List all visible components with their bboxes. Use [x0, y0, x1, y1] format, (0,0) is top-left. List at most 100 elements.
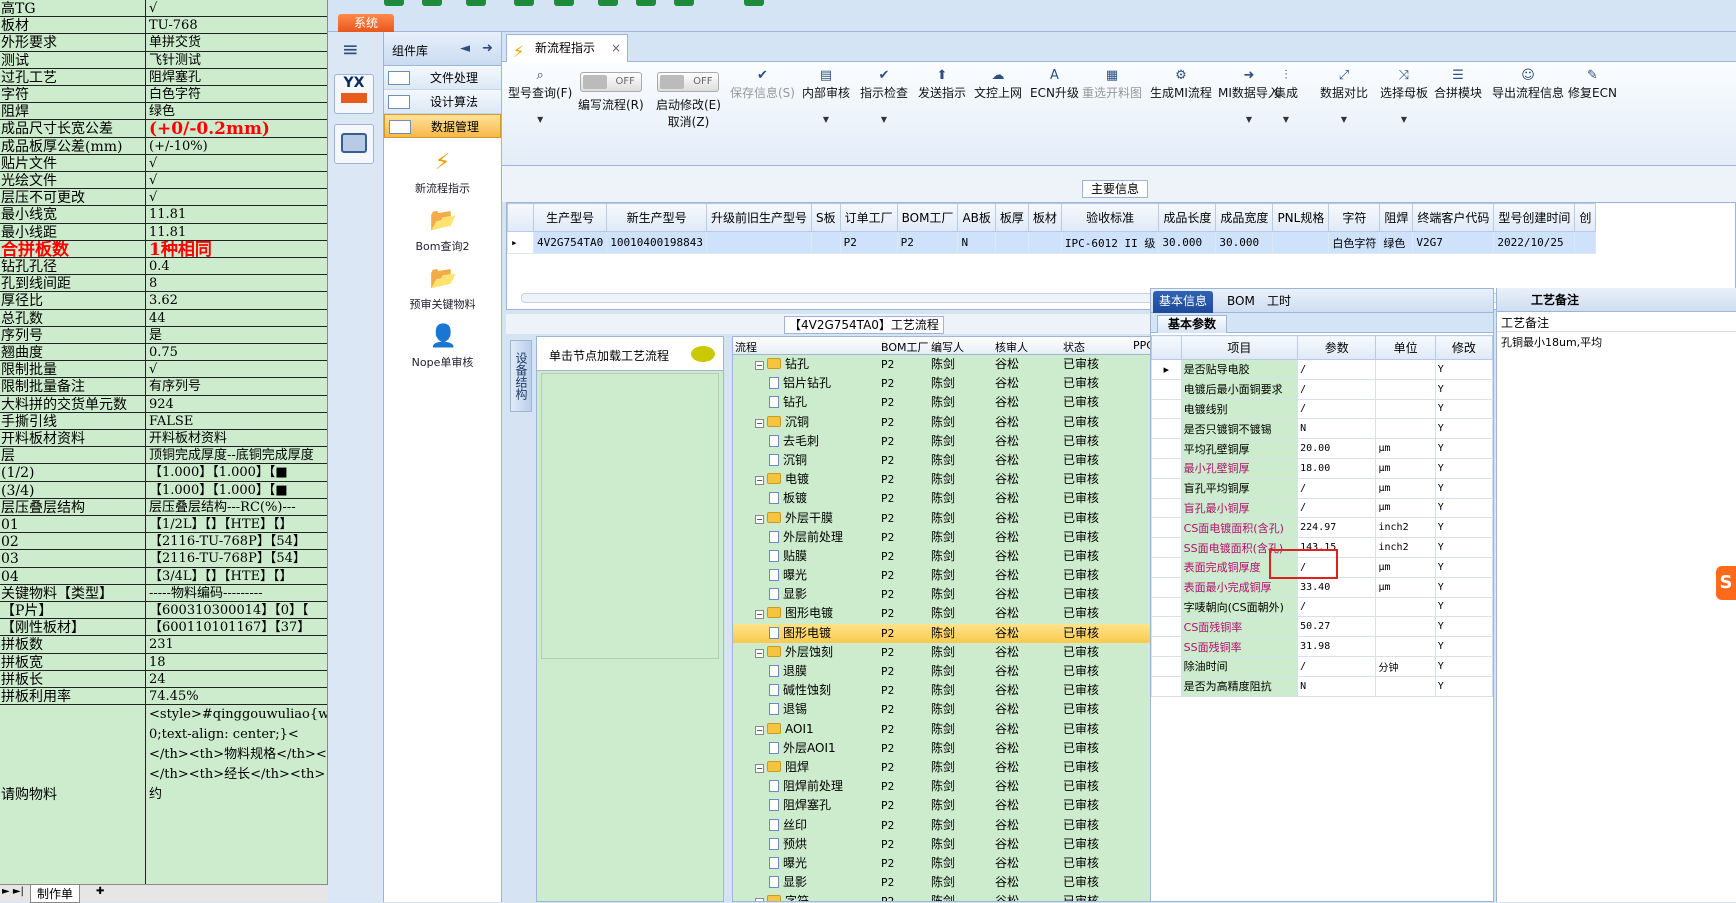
dropdown-arrow-icon[interactable]: ▼ — [1320, 115, 1368, 124]
basic-param-row[interactable]: SS面残铜率 31.98 Y — [1151, 636, 1494, 657]
grid-column-header[interactable]: PNL规格 — [1272, 203, 1330, 232]
process-row[interactable]: 外层前处理 P2 陈剑 谷松 已审核 — [733, 528, 1217, 547]
ribbon-button[interactable]: ▤ 内部审核 ▼ — [802, 68, 850, 124]
param-modify[interactable]: Y — [1434, 556, 1494, 578]
param-value[interactable]: 224.97 — [1297, 517, 1377, 539]
process-row[interactable]: 显影 P2 陈剑 谷松 已审核 — [733, 585, 1217, 604]
process-row[interactable]: 钻孔 P2 陈剑 谷松 已审核 — [733, 393, 1217, 412]
component-menu-item[interactable]: 文件处理 — [384, 66, 501, 90]
param-modify[interactable]: Y — [1434, 457, 1494, 479]
yx-app-icon[interactable]: YX — [334, 74, 374, 114]
grid-cell[interactable] — [810, 231, 841, 254]
process-row[interactable]: 图形电镀 P2 陈剑 谷松 已审核 — [733, 623, 1217, 643]
process-row[interactable]: 曝光 P2 陈剑 谷松 已审核 — [733, 854, 1217, 873]
param-modify[interactable]: Y — [1434, 576, 1494, 598]
sheet-tab-production[interactable]: 制作单 — [30, 885, 81, 903]
collapse-icon[interactable]: − — [755, 610, 764, 620]
process-row[interactable]: 预烘 P2 陈剑 谷松 已审核 — [733, 835, 1217, 854]
tab-new-flow-instruction[interactable]: ⚡ 新流程指示 × — [506, 34, 628, 62]
param-modify[interactable]: Y — [1434, 438, 1494, 459]
param-value[interactable]: 20.00 — [1297, 438, 1377, 459]
sheet-nav-arrows[interactable]: ► ►| — [2, 886, 24, 897]
process-column-header[interactable]: 状态 — [1063, 339, 1085, 355]
param-modify[interactable]: Y — [1434, 517, 1494, 539]
sheet-add-icon[interactable]: ✚ — [96, 886, 104, 897]
process-row[interactable]: 沉铜 P2 陈剑 谷松 已审核 — [733, 451, 1217, 470]
grid-column-header[interactable]: S板 — [810, 203, 841, 232]
process-column-header[interactable]: 编写人 — [931, 339, 964, 355]
toolbar-icon[interactable] — [744, 0, 764, 6]
grid-cell[interactable]: P2 — [896, 231, 959, 254]
process-row[interactable]: − 外层蚀刻 P2 陈剑 谷松 已审核 — [733, 643, 1217, 662]
ribbon-button[interactable]: ⚙ 生成MI流程 — [1150, 68, 1212, 101]
ribbon-button[interactable]: OFF 启动修改(E) 取消(Z) — [656, 68, 721, 130]
grid-cell[interactable]: P2 — [839, 231, 898, 254]
param-modify[interactable]: Y — [1434, 497, 1494, 519]
grid-cell[interactable] — [1272, 231, 1330, 254]
grid-cell[interactable]: 2022/10/25 — [1493, 231, 1576, 254]
tool-item[interactable]: 👤 Nope单审核 — [384, 324, 501, 370]
grid-cell[interactable] — [994, 231, 1029, 254]
basic-column-header[interactable]: 参数 — [1297, 335, 1377, 360]
floating-s-icon[interactable]: S — [1716, 566, 1736, 600]
grid-column-header[interactable]: 验收标准 — [1060, 203, 1160, 232]
grid-cell[interactable]: 绿色 — [1379, 231, 1414, 254]
collapse-icon[interactable]: − — [755, 648, 764, 658]
collapse-left-icon[interactable]: ◄ — [460, 41, 470, 56]
process-row[interactable]: − 外层干膜 P2 陈剑 谷松 已审核 — [733, 509, 1217, 528]
toolbar-icon[interactable] — [598, 0, 618, 6]
ribbon-button[interactable]: ▦ 重选开料图 — [1082, 68, 1142, 101]
param-value[interactable]: 18.00 — [1297, 457, 1377, 479]
basic-param-row[interactable]: 是否为高精度阻抗 N Y — [1151, 675, 1494, 697]
param-value[interactable]: / — [1297, 477, 1377, 499]
grid-column-header[interactable]: 终端客户代码 — [1412, 203, 1495, 232]
param-value[interactable]: / — [1297, 378, 1377, 400]
param-modify[interactable]: Y — [1434, 537, 1494, 558]
ribbon-button[interactable]: ⤢ 数据对比 ▼ — [1320, 68, 1368, 124]
param-value[interactable]: / — [1297, 497, 1377, 519]
toolbar-icon[interactable] — [554, 0, 574, 6]
process-row[interactable]: 铝片钻孔 P2 陈剑 谷松 已审核 — [733, 374, 1217, 393]
toolbar-icon[interactable] — [384, 0, 404, 6]
param-value[interactable]: N — [1297, 675, 1377, 697]
process-row[interactable]: 显影 P2 陈剑 谷松 已审核 — [733, 873, 1217, 892]
ribbon-button[interactable]: A ECN升级 — [1030, 68, 1079, 101]
basic-info-tab[interactable]: 基本信息 — [1153, 291, 1214, 313]
basic-param-row[interactable]: 电镀后最小面铜要求 / Y — [1151, 378, 1494, 400]
collapse-icon[interactable]: − — [755, 476, 764, 486]
grid-column-header[interactable]: 订单工厂 — [839, 203, 898, 232]
toolbar-icon[interactable] — [674, 0, 694, 6]
collapse-icon[interactable]: − — [755, 725, 764, 735]
process-row[interactable]: 曝光 P2 陈剑 谷松 已审核 — [733, 566, 1217, 585]
toolbar-icon[interactable] — [514, 0, 534, 6]
param-modify[interactable]: Y — [1434, 418, 1494, 440]
process-row[interactable]: 板镀 P2 陈剑 谷松 已审核 — [733, 489, 1217, 508]
toolbar-icon[interactable] — [422, 0, 442, 6]
dropdown-arrow-icon[interactable]: ▼ — [1380, 115, 1428, 124]
node-area[interactable] — [541, 373, 719, 659]
process-row[interactable]: − 字符 P2 陈剑 谷松 已审核 — [733, 892, 1217, 901]
grid-column-header[interactable]: 板材 — [1027, 203, 1062, 232]
ribbon-button[interactable]: ☺ 导出流程信息 — [1492, 68, 1564, 101]
tool-item[interactable]: 📂 预审关键物料 — [384, 266, 501, 312]
grid-column-header[interactable]: 创 — [1574, 203, 1597, 232]
dropdown-arrow-icon[interactable]: ▼ — [860, 115, 908, 124]
basic-param-row[interactable]: 表面最小完成铜厚 33.40 μm Y — [1151, 576, 1494, 598]
basic-param-row[interactable]: 字唛朝向(CS面朝外) / Y — [1151, 596, 1494, 618]
grid-cell[interactable]: 白色字符 — [1328, 231, 1381, 254]
basic-param-row[interactable]: 最小孔壁铜厚 18.00 μm Y — [1151, 457, 1494, 479]
toolbar-icon[interactable] — [466, 0, 486, 6]
collapse-icon[interactable]: − — [755, 418, 764, 428]
collapse-icon[interactable]: − — [755, 361, 764, 370]
basic-param-row[interactable]: CS面残铜率 50.27 Y — [1151, 616, 1494, 638]
tool-item[interactable]: 📂 Bom查询2 — [384, 208, 501, 254]
process-row[interactable]: 贴膜 P2 陈剑 谷松 已审核 — [733, 547, 1217, 566]
process-row[interactable]: − AOI1 P2 陈剑 谷松 已审核 — [733, 720, 1217, 739]
process-row[interactable]: 退膜 P2 陈剑 谷松 已审核 — [733, 662, 1217, 681]
basic-param-row[interactable]: 盲孔最小铜厚 / μm Y — [1151, 497, 1494, 519]
grid-cell[interactable]: 4V2G754TA0 — [532, 231, 608, 254]
grid-cell[interactable]: N — [957, 231, 996, 254]
system-tab[interactable]: 系统 — [338, 14, 394, 32]
basic-param-row[interactable]: 盲孔平均铜厚 / μm Y — [1151, 477, 1494, 499]
grid-column-header[interactable]: BOM工厂 — [896, 203, 959, 232]
